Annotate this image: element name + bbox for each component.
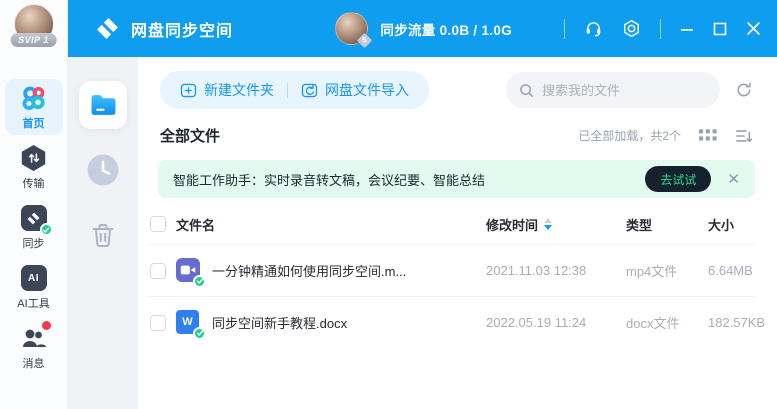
table-header: 文件名 修改时间 类型 大小 (148, 204, 757, 244)
transfer-icon (20, 144, 48, 172)
synced-check-badge (193, 275, 206, 288)
sync-traffic-label: 同步流量 0.0B / 1.0G (380, 19, 512, 39)
sort-asc-caret (544, 218, 552, 223)
sidebar-item-home[interactable]: 首页 (5, 79, 63, 135)
sidebar-nav: 首页 传输 (0, 79, 67, 375)
settings-gear-icon[interactable] (622, 19, 641, 38)
banner-close-icon[interactable]: ✕ (727, 172, 740, 187)
titlebar-divider (660, 19, 661, 39)
column-header-modified[interactable]: 修改时间 (486, 215, 626, 234)
new-folder-button[interactable]: 新建文件夹 (180, 80, 274, 100)
secondary-rail (68, 57, 138, 409)
select-all-checkbox[interactable] (150, 216, 166, 232)
sidebar-item-ai-tools[interactable]: AI AI工具 (5, 259, 63, 315)
search-icon (519, 83, 534, 98)
sidebar-item-messages[interactable]: 消息 (5, 319, 63, 375)
column-header-size[interactable]: 大小 (708, 215, 757, 234)
sort-carets[interactable] (544, 218, 552, 230)
file-name[interactable]: 一分钟精通如何使用同步空间.m... (212, 261, 406, 280)
sidebar-item-label: 首页 (23, 115, 45, 131)
ai-tools-icon: AI (20, 264, 48, 292)
word-file-icon: W (176, 310, 202, 336)
load-status: 已全部加载，共2个 (578, 127, 681, 144)
app-window: SVIP 1 首页 (0, 0, 777, 409)
main-sidebar: SVIP 1 首页 (0, 0, 68, 409)
files-title: 全部文件 (160, 125, 220, 146)
sync-ok-badge (40, 223, 53, 236)
app-logo-icon (96, 17, 119, 40)
file-type: mp4文件 (626, 261, 708, 280)
row-checkbox[interactable] (150, 263, 166, 279)
banner-text: 智能工作助手：实时录音转文稿，会议纪要、智能总结 (173, 170, 485, 189)
column-header-name[interactable]: 文件名 (176, 215, 486, 234)
main-content: 新建文件夹 网盘文件导入 (138, 57, 777, 409)
file-modified: 2022.05.19 11:24 (486, 315, 626, 330)
search-box[interactable] (506, 72, 720, 108)
titlebar: 网盘同步空间 S 同步流量 0.0B / 1.0G (68, 0, 777, 57)
import-icon (301, 82, 318, 99)
close-button[interactable] (746, 21, 761, 36)
rail-trash-icon[interactable] (79, 211, 127, 259)
sidebar-item-transfer[interactable]: 传输 (5, 139, 63, 195)
synced-check-badge (193, 327, 206, 340)
search-input[interactable] (542, 83, 707, 98)
titlebar-avatar[interactable]: S (335, 12, 368, 45)
sort-list-icon[interactable] (735, 128, 753, 144)
titlebar-divider (564, 19, 565, 39)
files-header: 全部文件 已全部加载，共2个 (160, 125, 753, 146)
user-avatar-block[interactable]: SVIP 1 (0, 0, 67, 57)
sidebar-item-label: 传输 (23, 175, 45, 191)
table-row[interactable]: 一分钟精通如何使用同步空间.m... 2021.11.03 12:38 mp4文… (148, 244, 757, 296)
sidebar-item-sync[interactable]: 同步 (5, 199, 63, 255)
file-size: 6.64MB (708, 263, 757, 278)
grid-view-icon[interactable] (699, 129, 717, 142)
messages-icon (20, 324, 48, 352)
row-checkbox[interactable] (150, 315, 166, 331)
svip-mini-badge: S (357, 33, 373, 49)
sort-desc-caret-active (544, 225, 552, 230)
support-headset-icon[interactable] (584, 19, 603, 38)
import-from-netdisk-button[interactable]: 网盘文件导入 (301, 80, 409, 100)
file-size: 182.57KB (708, 315, 765, 330)
refresh-icon[interactable] (735, 81, 753, 99)
file-type: docx文件 (626, 313, 708, 332)
sidebar-item-label: AI工具 (17, 295, 49, 311)
try-it-button[interactable]: 去试试 (645, 166, 711, 192)
table-row[interactable]: W 同步空间新手教程.docx 2022.05.19 11:24 docx文件 … (148, 296, 757, 348)
ai-assistant-banner: 智能工作助手：实时录音转文稿，会议纪要、智能总结 去试试 ✕ (158, 160, 755, 198)
sidebar-item-label: 同步 (23, 235, 45, 251)
notification-dot (42, 321, 51, 330)
rail-files-folder-icon[interactable] (79, 81, 127, 129)
minimize-button[interactable] (680, 22, 694, 36)
video-file-icon (176, 258, 202, 284)
vip-badge: SVIP 1 (10, 33, 57, 47)
netdisk-logo-icon (20, 84, 48, 112)
file-modified: 2021.11.03 12:38 (486, 263, 626, 278)
new-folder-icon (180, 82, 197, 99)
sync-icon (20, 204, 48, 232)
action-pill: 新建文件夹 网盘文件导入 (160, 71, 429, 109)
file-name[interactable]: 同步空间新手教程.docx (212, 313, 347, 332)
rail-recent-clock-icon[interactable] (79, 146, 127, 194)
column-header-type[interactable]: 类型 (626, 215, 708, 234)
sidebar-item-label: 消息 (23, 355, 45, 371)
file-toolbar: 新建文件夹 网盘文件导入 (160, 71, 757, 109)
app-title: 网盘同步空间 (131, 17, 233, 41)
toolbar-divider (287, 83, 288, 98)
maximize-button[interactable] (713, 22, 727, 36)
